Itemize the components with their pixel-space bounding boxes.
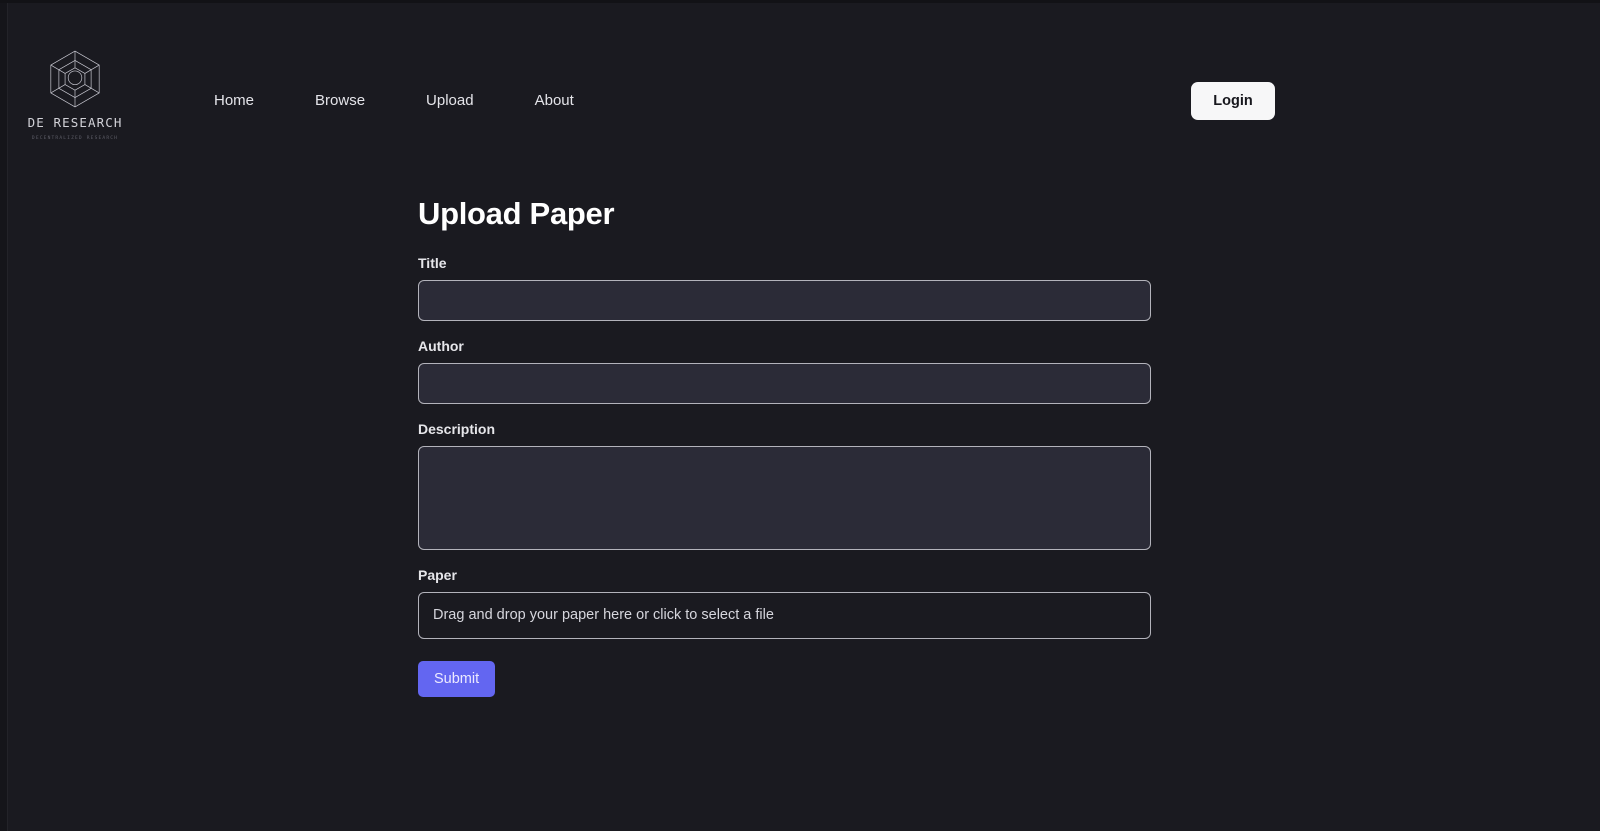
field-title: Title	[418, 254, 1151, 321]
app-root: DE RESEARCH DECENTRALIZED RESEARCH Home …	[0, 0, 1600, 831]
submit-button[interactable]: Submit	[418, 661, 496, 698]
hexagon-cube-wireframe-icon	[50, 50, 100, 108]
author-label: Author	[418, 337, 464, 354]
paper-dropzone[interactable]: Drag and drop your paper here or click t…	[418, 592, 1151, 640]
brand-name: DE RESEARCH	[27, 115, 123, 130]
author-input[interactable]	[418, 363, 1151, 405]
page-title: Upload Paper	[418, 196, 615, 231]
nav-item-about[interactable]: About	[535, 89, 574, 113]
login-button[interactable]: Login	[1191, 82, 1275, 120]
brand-logo[interactable]: DE RESEARCH DECENTRALIZED RESEARCH	[28, 48, 121, 141]
upload-form: Upload Paper Title Author Description Pa…	[418, 196, 1151, 698]
primary-nav: Home Browse Upload About	[214, 89, 574, 113]
nav-item-upload[interactable]: Upload	[426, 89, 474, 113]
title-label: Title	[418, 254, 447, 271]
description-textarea[interactable]	[418, 446, 1151, 551]
description-label: Description	[418, 421, 496, 438]
paper-dropzone-text: Drag and drop your paper here or click t…	[433, 607, 774, 624]
field-description: Description	[418, 420, 1151, 551]
field-author: Author	[418, 337, 1151, 405]
nav-item-home[interactable]: Home	[214, 89, 254, 113]
field-paper: Paper Drag and drop your paper here or c…	[418, 566, 1151, 640]
brand-tagline: DECENTRALIZED RESEARCH	[31, 135, 119, 141]
paper-label: Paper	[418, 567, 457, 584]
site-header: DE RESEARCH DECENTRALIZED RESEARCH Home …	[0, 0, 1600, 175]
nav-item-browse[interactable]: Browse	[315, 89, 365, 113]
title-input[interactable]	[418, 279, 1151, 321]
submit-row: Submit	[418, 661, 1151, 698]
